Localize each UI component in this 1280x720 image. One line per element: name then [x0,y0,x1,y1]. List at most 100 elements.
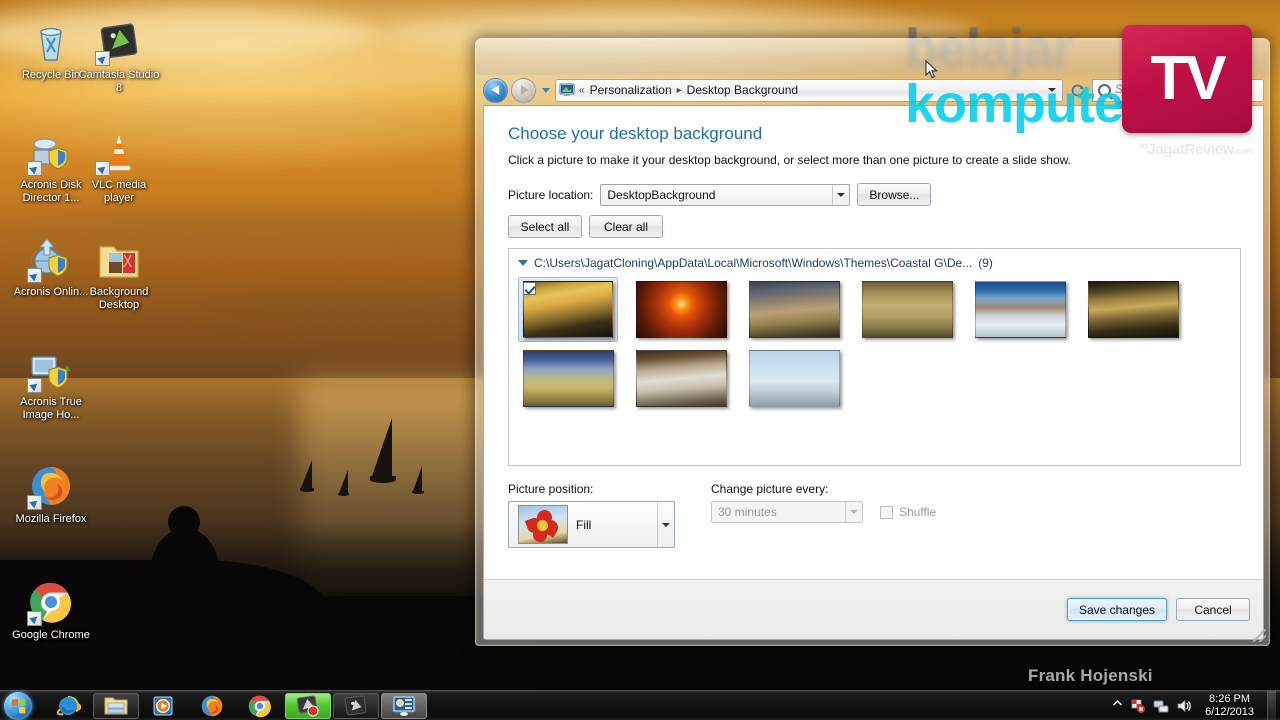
folder-icon [95,235,143,283]
system-tray[interactable]: 8:26 PM 6/12/2013 [1112,690,1280,720]
address-dropdown-button[interactable] [1044,80,1060,101]
folder-explorer-icon [104,697,128,714]
taskbar-windows-media-player[interactable] [141,693,187,719]
change-picture-interval-combo[interactable]: 30 minutes [711,501,863,523]
window-titlebar[interactable] [476,39,1269,75]
chevron-down-icon[interactable] [657,502,674,547]
desktop-icon-google-chrome[interactable]: Google Chrome [8,578,94,642]
wallpaper-thumbnail-lone-boat-misty-bay[interactable] [857,277,957,342]
picture-location-label: Picture location: [508,187,594,202]
refresh-icon [1071,84,1084,96]
breadcrumb-separator-icon: ▸ [676,84,682,96]
wallpaper-thumbnail-checkbox[interactable] [523,282,536,295]
desktop-icon-mozilla-firefox[interactable]: Mozilla Firefox [8,462,94,526]
show-hidden-icons-button[interactable] [1112,698,1123,714]
network-icon[interactable] [1153,698,1169,714]
recycle-bin-icon [27,18,75,66]
wallpaper-thumbnail-image [748,281,840,338]
picture-location-combo[interactable]: DesktopBackground [600,183,851,206]
back-button[interactable] [483,77,508,103]
taskbar-camtasia-recorder[interactable] [285,692,331,719]
recent-pages-button[interactable] [539,78,552,103]
camtasia-icon [95,18,143,66]
change-picture-label: Change picture every: [711,482,829,496]
desktop-icon-label: Mozilla Firefox [15,513,87,525]
taskbar-windows-explorer[interactable] [93,692,139,719]
wallpaper-thumbnail-winter-river-trees[interactable] [631,346,731,411]
browse-button[interactable]: Browse... [857,183,932,206]
wallpaper-thumbnail-three-penguins[interactable] [744,346,844,411]
picture-position-combo[interactable]: Fill [508,501,675,548]
media-player-icon [153,696,173,715]
taskbar-control-panel[interactable] [381,692,427,719]
chrome-icon [248,695,271,717]
forward-arrow-icon [520,85,529,95]
desktop-icon-vlc-media-player[interactable]: VLC media player [76,128,162,205]
clock[interactable]: 8:26 PM 6/12/2013 [1199,693,1260,719]
chevron-down-icon[interactable] [832,184,849,205]
refresh-button[interactable] [1066,79,1089,102]
command-bar: Save changes Cancel [484,579,1263,639]
taskbar-firefox[interactable] [189,693,235,719]
breadcrumb-desktop-background[interactable]: Desktop Background [683,81,802,99]
taskbar-camtasia-studio[interactable] [333,692,379,719]
clock-date: 6/12/2013 [1205,705,1254,718]
wallpaper-thumbnail-stormy-coast-dusk[interactable] [744,277,844,342]
wallpaper-thumbnail-dark-lagoon-reflection[interactable] [1083,277,1183,342]
collapse-triangle-icon[interactable] [518,260,528,266]
picture-position-preview [518,505,568,544]
search-input[interactable]: Search Control Panel [1092,78,1264,102]
wallpaper-thumbnail-kite-over-grass-field[interactable] [518,346,618,411]
wallpaper-thumbnail-sailboat-golden-sunset[interactable] [518,277,618,342]
desktop-icon-label: Background Desktop [89,286,149,311]
taskbar[interactable]: 8:26 PM 6/12/2013 [0,690,1280,720]
save-changes-button[interactable]: Save changes [1066,598,1167,621]
shortcut-overlay-icon [95,51,110,66]
clock-time: 8:26 PM [1209,692,1251,705]
taskbar-chrome[interactable] [237,693,283,719]
start-button[interactable] [0,691,44,720]
chevron-down-icon [541,87,550,93]
shuffle-checkbox[interactable] [880,505,893,519]
control-panel-icon [392,695,416,716]
show-desktop-button[interactable] [1267,690,1276,720]
volume-icon[interactable] [1176,698,1192,714]
breadcrumb-personalization[interactable]: Personalization [586,81,676,99]
wallpaper-group-header[interactable]: C:\Users\JagatCloning\AppData\Local\Micr… [509,249,1240,273]
person-head-silhouette [168,506,200,538]
wallpaper-thumbnail-orange-sun-over-sea[interactable] [631,277,731,342]
camtasia-recorder-icon [296,695,319,716]
select-all-button[interactable]: Select all [508,215,582,238]
cancel-button[interactable]: Cancel [1176,598,1250,621]
navigation-bar[interactable]: « Personalization ▸ Desktop Background S… [483,77,1264,103]
wallpaper-list-panel[interactable]: C:\Users\JagatCloning\AppData\Local\Micr… [508,248,1241,466]
control-panel-window[interactable]: « Personalization ▸ Desktop Background S… [475,38,1270,646]
address-bar[interactable]: « Personalization ▸ Desktop Background [555,78,1063,102]
page-title: Choose your desktop background [508,124,763,143]
action-center-flag-icon[interactable] [1130,698,1146,714]
shuffle-group[interactable]: Shuffle [880,505,936,519]
wallpaper-thumbnail-blue-sky-rocky-shore[interactable] [970,277,1070,342]
acronis-online-icon [27,235,75,283]
shuffle-label: Shuffle [899,505,937,519]
resize-grip[interactable] [1253,629,1266,642]
picture-location-row: Picture location: DesktopBackground Brow… [508,183,1241,206]
clear-all-button[interactable]: Clear all [589,215,663,238]
forward-button[interactable] [511,77,536,103]
picture-location-value: DesktopBackground [607,187,716,202]
change-picture-group: Change picture every: 30 minutes Shuffle [711,482,936,548]
chrome-icon [27,578,75,626]
person-silhouette [150,528,220,620]
desktop-icon-background-desktop-folder[interactable]: Background Desktop [76,235,162,312]
desktop-icon-camtasia-studio-8[interactable]: Camtasia Studio 8 [76,18,162,95]
sailboat-small [412,466,424,498]
acronis-true-image-icon [27,345,75,393]
chevron-down-icon[interactable] [845,502,862,522]
wallpaper-thumbnail-grid[interactable] [509,273,1240,415]
shortcut-overlay-icon [27,611,42,626]
sailboat-large [370,418,396,490]
desktop-icon-label: VLC media player [91,179,147,204]
taskbar-internet-explorer[interactable] [45,693,91,719]
desktop-icon-acronis-true-image[interactable]: Acronis True Image Ho... [8,345,94,422]
shortcut-overlay-icon [27,495,42,510]
